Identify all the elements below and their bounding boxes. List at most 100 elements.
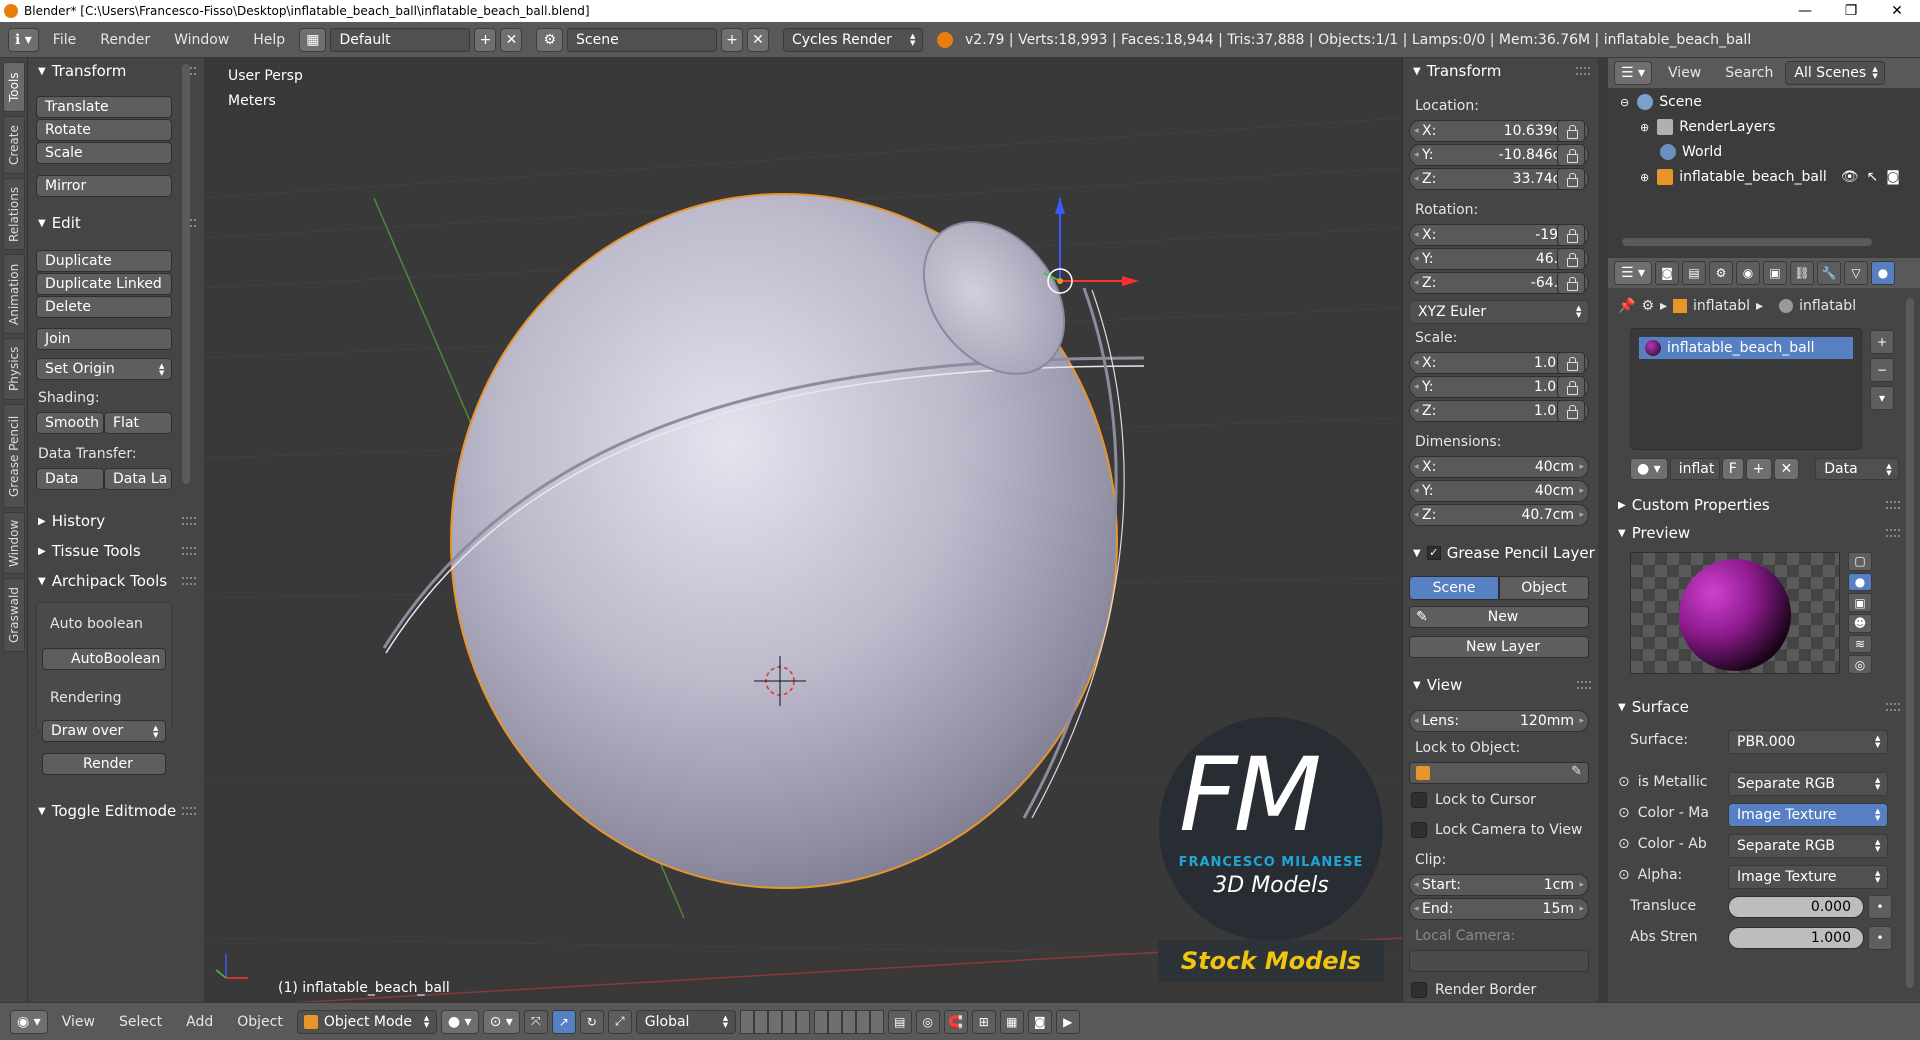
lock-location-y-icon[interactable] [1557, 144, 1585, 166]
smooth-shading-button[interactable]: Smooth [36, 412, 104, 434]
outliner-h-scrollbar[interactable] [1622, 238, 1872, 246]
scene-field[interactable]: Scene [567, 27, 717, 52]
preview-hair-icon[interactable]: ≋ [1848, 634, 1872, 654]
snap-toggle-icon[interactable]: 🧲 [943, 1009, 968, 1034]
pivot-point-icon[interactable]: ⊙ ▾ [482, 1009, 520, 1034]
lock-camera-checkbox[interactable] [1411, 822, 1427, 838]
rotate-button[interactable]: Rotate [36, 119, 172, 141]
object-tab-icon[interactable]: ▣ [1763, 261, 1788, 285]
translucency-slider[interactable]: 0.000 [1728, 896, 1864, 918]
new-material-icon[interactable]: + [1745, 458, 1772, 480]
preview-sphere-icon[interactable]: ● [1848, 572, 1872, 592]
menu-help[interactable]: Help [243, 32, 295, 48]
rotation-mode-dropdown[interactable]: XYZ Euler [1409, 300, 1589, 324]
preview-header[interactable]: ▼ Preview [1608, 520, 1908, 546]
tool-shelf-scrollbar[interactable] [182, 64, 190, 484]
gp-scene-toggle[interactable]: Scene [1409, 576, 1499, 600]
screen-layout-field[interactable]: Default [330, 27, 471, 52]
autoboolean-button[interactable]: AutoBoolean [42, 648, 166, 670]
remove-layout-icon[interactable]: ✕ [500, 27, 523, 52]
modifiers-tab-icon[interactable]: 🔧 [1817, 261, 1842, 285]
data-tab-icon[interactable]: ▽ [1844, 261, 1869, 285]
lock-location-x-icon[interactable] [1557, 120, 1585, 142]
all-scenes-dropdown[interactable]: All Scenes [1785, 61, 1886, 85]
material-name-field[interactable]: inflat [1669, 458, 1720, 480]
material-link-dropdown[interactable]: Data [1815, 458, 1900, 480]
custom-properties-header[interactable]: ▶ Custom Properties [1608, 492, 1908, 518]
translate-button[interactable]: Translate [36, 96, 172, 118]
scene-icon[interactable]: ⚙ [536, 27, 563, 52]
menu-render[interactable]: Render [90, 32, 160, 48]
tab-physics[interactable]: Physics [3, 338, 25, 400]
scale-manipulator-icon[interactable]: ⤢ [607, 1009, 632, 1034]
lock-scale-x-icon[interactable] [1557, 352, 1585, 374]
manipulator-toggle-icon[interactable]: ⤧ [523, 1009, 548, 1034]
menu-file[interactable]: File [43, 32, 86, 48]
lens-field[interactable]: Lens:120mm [1409, 710, 1589, 732]
render-engine-dropdown[interactable]: Cycles Render [783, 27, 923, 52]
duplicate-button[interactable]: Duplicate [36, 250, 172, 272]
lock-rotation-y-icon[interactable] [1557, 248, 1585, 270]
preview-flat-icon[interactable]: ▢ [1848, 552, 1872, 571]
pin-icon[interactable]: 📌 [1618, 298, 1635, 314]
menu-window[interactable]: Window [164, 32, 239, 48]
outliner-scene-row[interactable]: ⊖ Scene [1620, 90, 1702, 114]
tab-grease-pencil[interactable]: Grease Pencil [3, 404, 25, 508]
visibility-eye-icon[interactable]: 👁 [1841, 169, 1859, 185]
surface-header[interactable]: ▼ Surface [1608, 694, 1908, 720]
dimension-z-field[interactable]: Z:40.7cm [1409, 504, 1589, 526]
preview-cube-icon[interactable]: ▣ [1848, 593, 1872, 613]
viewport-shading-icon[interactable]: ● ▾ [440, 1009, 479, 1034]
properties-editor-icon[interactable]: ☰ ▾ [1614, 261, 1653, 285]
input-link-icon[interactable]: ⊙ [1618, 867, 1630, 883]
preview-monkey-icon[interactable]: ☻ [1848, 614, 1872, 633]
delete-button[interactable]: Delete [36, 296, 172, 318]
material-slot-row[interactable]: inflatable_beach_ball [1639, 337, 1853, 359]
data-layout-button[interactable]: Data La [104, 468, 172, 490]
add-layout-icon[interactable]: + [474, 27, 497, 52]
view-panel-header[interactable]: ▼ View [1403, 672, 1599, 698]
outliner-object-row[interactable]: ⊕ inflatable_beach_ball 👁 ↖ ◙ [1640, 165, 1900, 189]
mirror-button[interactable]: Mirror [36, 175, 172, 197]
screen-layout-icon[interactable]: ▦ [299, 27, 327, 52]
renderable-camera-icon[interactable]: ◙ [1886, 169, 1900, 185]
eyedropper-icon[interactable]: ✎ [1571, 764, 1582, 779]
archipack-panel-header[interactable]: ▼ Archipack Tools [28, 568, 204, 594]
3d-viewport[interactable]: User Persp Meters (1) inflatable_beach_b… [204, 58, 1402, 1002]
add-scene-icon[interactable]: + [721, 27, 743, 52]
grease-pencil-layer-header[interactable]: ▼ ✓ Grease Pencil Layer [1403, 540, 1599, 566]
clip-start-field[interactable]: Start:1cm [1409, 874, 1589, 896]
tab-window[interactable]: Window [3, 512, 25, 574]
surface-shader-dropdown[interactable]: PBR.000 [1728, 730, 1888, 754]
dimension-y-field[interactable]: Y:40cm [1409, 480, 1589, 502]
add-menu[interactable]: Add [176, 1014, 223, 1030]
gp-new-button[interactable]: ✎ New [1409, 606, 1589, 628]
snap-target-icon[interactable]: ▦ [999, 1009, 1024, 1034]
outliner-editor-icon[interactable]: ☰ ▾ [1614, 61, 1653, 85]
maximize-button[interactable]: ❐ [1828, 0, 1874, 22]
layers-grid-2[interactable] [813, 1009, 884, 1034]
interaction-mode-dropdown[interactable]: Object Mode [296, 1009, 437, 1034]
abs-strength-link-icon[interactable]: • [1868, 926, 1892, 950]
layers-grid-1[interactable] [739, 1009, 810, 1034]
lock-layers-icon[interactable]: ▤ [887, 1009, 912, 1034]
close-button[interactable]: ✕ [1874, 0, 1920, 22]
render-button[interactable]: Render [42, 753, 166, 775]
opengl-render-icon[interactable]: ◙ [1027, 1009, 1052, 1034]
dimension-x-field[interactable]: X:40cm [1409, 456, 1589, 478]
panel-splitter[interactable] [1598, 58, 1608, 1002]
color-ma-input-dropdown[interactable]: Image Texture [1728, 803, 1888, 827]
editor-type-info-button[interactable]: ℹ ▾ [8, 27, 39, 52]
flat-shading-button[interactable]: Flat [104, 412, 172, 434]
lock-object-field[interactable]: ✎ [1409, 762, 1589, 784]
outliner-world-row[interactable]: World [1660, 140, 1722, 164]
history-panel-header[interactable]: ▶ History [28, 508, 204, 534]
material-browse-icon[interactable]: ● ▾ [1630, 458, 1668, 480]
remove-scene-icon[interactable]: ✕ [747, 27, 769, 52]
lock-location-z-icon[interactable] [1557, 168, 1585, 190]
input-link-icon[interactable]: ⊙ [1618, 774, 1630, 790]
material-crumb[interactable]: inflatabl [1799, 298, 1856, 314]
color-ab-input-dropdown[interactable]: Separate RGB [1728, 834, 1888, 858]
data-transfer-button[interactable]: Data [36, 468, 104, 490]
lock-rotation-z-icon[interactable] [1557, 272, 1585, 294]
